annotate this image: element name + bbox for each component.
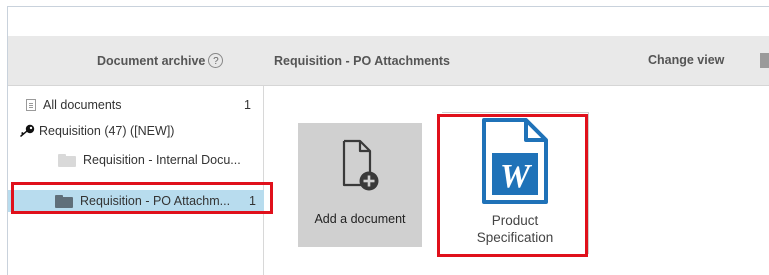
sidebar-item-requisition[interactable]: Requisition (47) ([NEW]) xyxy=(19,120,239,142)
folder-icon xyxy=(58,153,76,167)
view-toggle-icon[interactable] xyxy=(760,53,769,68)
change-view-button[interactable]: Change view xyxy=(648,53,724,67)
key-icon xyxy=(20,124,35,137)
add-document-icon xyxy=(342,139,379,191)
document-archive-heading: Document archive ? xyxy=(97,53,224,68)
document-archive-label: Document archive xyxy=(97,53,206,68)
sidebar-item-label: Requisition (47) ([NEW]) xyxy=(39,124,175,138)
sidebar-item-label: All documents xyxy=(43,98,122,112)
help-icon[interactable]: ? xyxy=(208,53,224,68)
highlight-box-sidebar xyxy=(11,182,273,214)
sidebar-item-count: 1 xyxy=(244,98,251,112)
sidebar-item-label: Requisition - Internal Docu... xyxy=(83,153,241,167)
sidebar-item-internal-documents[interactable]: Requisition - Internal Docu... xyxy=(58,149,268,171)
folder-sidebar: All documents 1 Requisition (47) ([NEW])… xyxy=(8,86,264,275)
highlight-box-product xyxy=(437,114,588,257)
add-document-tile[interactable]: Add a document xyxy=(298,123,422,247)
sidebar-item-all-documents[interactable]: All documents 1 xyxy=(26,94,251,116)
add-document-label: Add a document xyxy=(314,212,406,226)
document-icon xyxy=(26,99,36,111)
page-title: Requisition - PO Attachments xyxy=(274,54,450,68)
archive-header: Document archive ? Requisition - PO Atta… xyxy=(8,36,769,86)
